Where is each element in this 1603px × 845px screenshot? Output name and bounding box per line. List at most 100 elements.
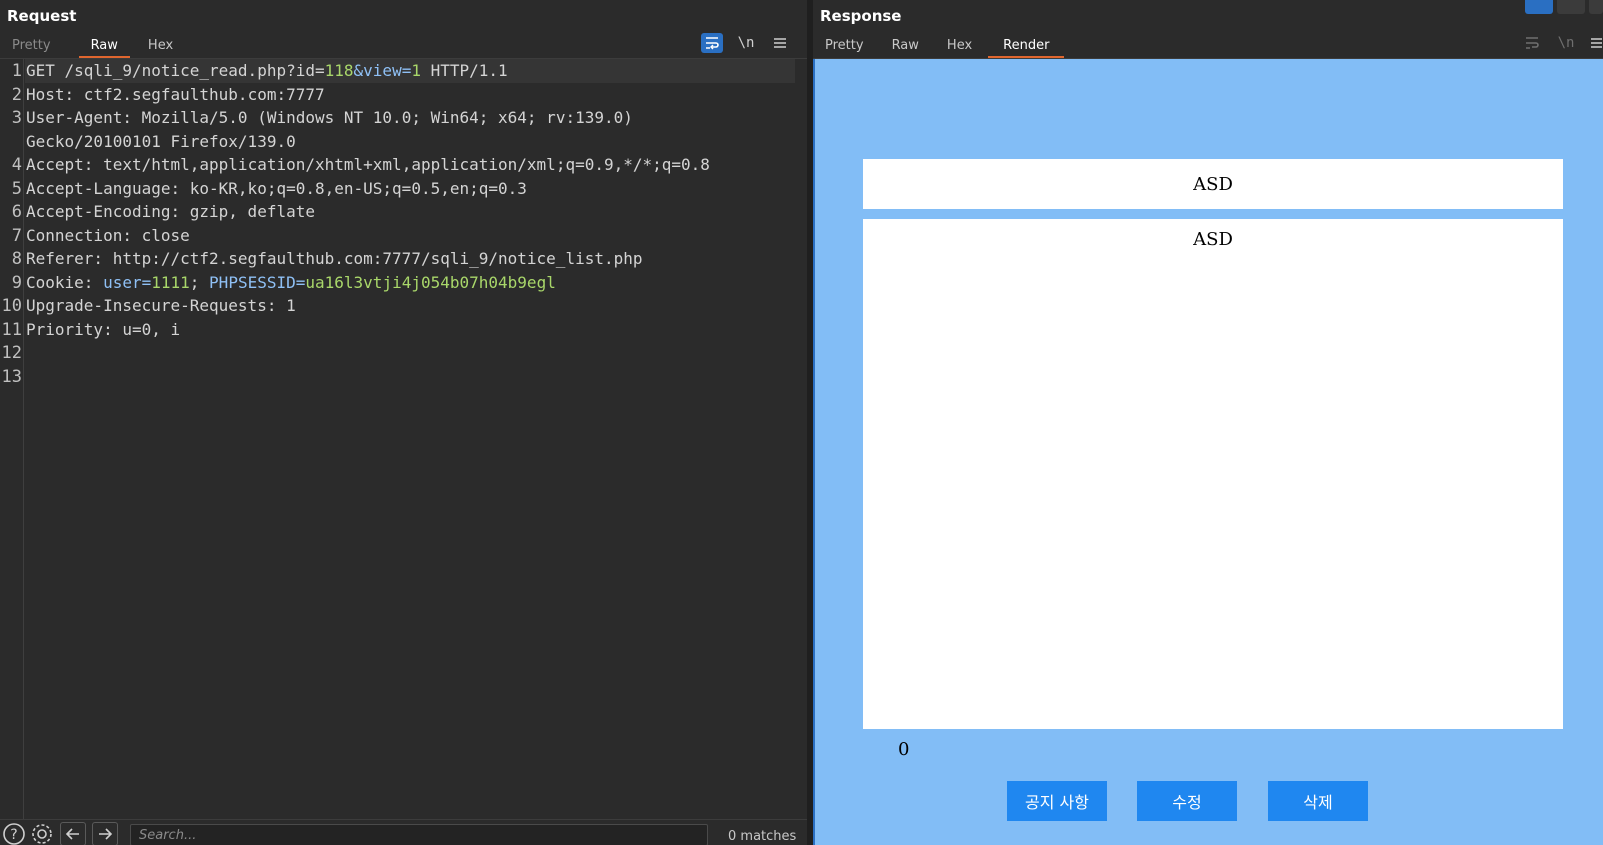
- code-text: Host: ctf2.segfaulthub.com:7777: [26, 83, 325, 107]
- request-editor[interactable]: 1 GET /sqli_9/notice_read.php?id=118&view…: [0, 59, 807, 819]
- code-line[interactable]: 4 Accept: text/html,application/xhtml+xml…: [0, 153, 800, 177]
- code-line[interactable]: 1 GET /sqli_9/notice_read.php?id=118&view…: [0, 59, 800, 83]
- request-pane: Request Pretty Raw Hex \n 1 GET /sqli_9/n…: [0, 0, 807, 845]
- code-line[interactable]: 6 Accept-Encoding: gzip, deflate: [0, 200, 800, 224]
- code-token: ;: [189, 272, 210, 292]
- code-text: Connection: close: [26, 224, 190, 248]
- request-tabbar: Pretty Raw Hex: [0, 35, 185, 58]
- arrow-left-icon[interactable]: [60, 822, 86, 845]
- request-tab-raw[interactable]: Raw: [78, 35, 131, 58]
- edit-button[interactable]: 수정: [1137, 781, 1237, 821]
- delete-button[interactable]: 삭제: [1268, 781, 1368, 821]
- notice-content: ASD: [863, 219, 1563, 729]
- line-number: 9: [11, 272, 22, 293]
- layout-switcher: [1525, 0, 1603, 14]
- code-token: ua16l3vtji4j054b07h04b9egl: [305, 272, 556, 292]
- arrow-right-icon[interactable]: [92, 822, 118, 845]
- code-token: Cookie:: [26, 272, 94, 292]
- response-title: Response: [820, 7, 902, 25]
- newline-toggle-button[interactable]: \n: [735, 33, 757, 53]
- code-text: Gecko/20100101 Firefox/139.0: [26, 130, 296, 154]
- tabs-layout-icon[interactable]: [1589, 0, 1603, 14]
- code-token: 118: [324, 61, 354, 80]
- line-number: 11: [1, 319, 22, 340]
- code-text: GET /sqli_9/notice_read.php?id=118&view=…: [26, 59, 508, 83]
- menu-icon[interactable]: [1589, 33, 1603, 53]
- code-token: &view=: [353, 61, 412, 80]
- code-token: 1: [411, 61, 421, 80]
- line-number: 2: [11, 84, 22, 105]
- code-token: GET /sqli_9/notice_read.php?id=: [26, 61, 325, 80]
- response-tab-hex[interactable]: Hex: [935, 35, 984, 58]
- code-line[interactable]: 5 Accept-Language: ko-KR,ko;q=0.8,en-US;q…: [0, 177, 800, 201]
- code-line[interactable]: 7 Connection: close: [0, 224, 800, 248]
- code-text: Accept-Encoding: gzip, deflate: [26, 200, 315, 224]
- response-pane: Response Pretty Raw Hex Render \n ASD AS…: [813, 0, 1603, 845]
- code-token: Accept-Encoding:: [26, 202, 181, 221]
- code-token: ctf2.segfaulthub.com:7777: [74, 84, 325, 104]
- code-token: close: [131, 225, 190, 245]
- code-token: Priority:: [26, 319, 113, 339]
- response-tab-render[interactable]: Render: [988, 35, 1065, 58]
- request-tab-hex[interactable]: Hex: [136, 35, 185, 58]
- code-line[interactable]: 11 Priority: u=0, i: [0, 318, 800, 342]
- code-token: http://ctf2.segfaulthub.com:7777/sqli_9/…: [103, 249, 643, 268]
- code-token: ko-KR,ko;q=0.8,en-US;q=0.5,en;q=0.3: [180, 178, 527, 198]
- code-token: 1111: [151, 272, 190, 292]
- code-text: Accept: text/html,application/xhtml+xml,…: [26, 153, 710, 177]
- rendered-page: ASD ASD 0 공지 사항 수정 삭제: [813, 59, 1603, 845]
- code-line[interactable]: 13: [0, 365, 800, 389]
- code-text: Referer: http://ctf2.segfaulthub.com:777…: [26, 247, 643, 271]
- wrap-icon[interactable]: [701, 33, 723, 53]
- response-tab-pretty[interactable]: Pretty: [813, 35, 876, 58]
- view-count: 0: [898, 739, 910, 760]
- notice-list-button[interactable]: 공지 사항: [1007, 781, 1107, 821]
- code-line[interactable]: 3 User-Agent: Mozilla/5.0 (Windows NT 10.…: [0, 106, 800, 130]
- request-toolbar: \n: [701, 33, 791, 53]
- newline-toggle-button: \n: [1557, 35, 1575, 51]
- code-line[interactable]: 12: [0, 341, 800, 365]
- search-input[interactable]: [130, 824, 708, 845]
- request-title: Request: [7, 7, 77, 25]
- line-number: 5: [11, 178, 22, 199]
- code-text: Priority: u=0, i: [26, 318, 180, 342]
- code-token: u=0, i: [112, 319, 181, 339]
- code-token: 1: [276, 296, 296, 315]
- code-line[interactable]: Gecko/20100101 Firefox/139.0: [0, 130, 800, 154]
- code-line[interactable]: 10 Upgrade-Insecure-Requests: 1: [0, 294, 800, 318]
- line-number: 3: [11, 108, 22, 128]
- line-number: 1: [11, 61, 22, 81]
- response-tab-raw[interactable]: Raw: [880, 35, 931, 58]
- split-horizontal-icon[interactable]: [1525, 0, 1553, 14]
- request-tab-pretty[interactable]: Pretty: [0, 35, 63, 58]
- code-token: Referer:: [26, 249, 104, 268]
- code-token: Mozilla/5.0 (Windows NT 10.0; Win64; x64…: [131, 108, 633, 127]
- code-line[interactable]: 2 Host: ctf2.segfaulthub.com:7777: [0, 83, 800, 107]
- code-token: text/html,application/xhtml+xml,applicat…: [93, 155, 710, 174]
- code-token: Gecko/20100101 Firefox/139.0: [26, 131, 296, 151]
- help-icon[interactable]: ?: [2, 822, 26, 845]
- code-line[interactable]: 8 Referer: http://ctf2.segfaulthub.com:77…: [0, 247, 800, 271]
- request-bottom-bar: ? 0 matches: [0, 819, 807, 845]
- line-number: 10: [1, 296, 22, 316]
- line-number: 6: [11, 202, 22, 222]
- code-text: Cookie: user=1111; PHPSESSID=ua16l3vtji4…: [26, 271, 556, 295]
- line-number: 12: [1, 343, 22, 363]
- response-tabbar: Pretty Raw Hex Render: [813, 35, 1065, 58]
- code-token: Connection:: [26, 225, 132, 245]
- line-number: 13: [1, 366, 22, 387]
- svg-text:?: ?: [10, 827, 17, 843]
- code-token: PHPSESSID=: [209, 272, 306, 292]
- code-line[interactable]: 9 Cookie: user=1111; PHPSESSID=ua16l3vtji…: [0, 271, 800, 295]
- code-text: Accept-Language: ko-KR,ko;q=0.8,en-US;q=…: [26, 177, 527, 201]
- split-vertical-icon[interactable]: [1557, 0, 1585, 14]
- code-token: gzip, deflate: [180, 202, 315, 221]
- match-count: 0 matches: [728, 829, 797, 844]
- code-token: Host:: [26, 84, 75, 104]
- code-token: Upgrade-Insecure-Requests:: [26, 296, 277, 315]
- gear-icon[interactable]: [30, 822, 54, 845]
- menu-icon[interactable]: [769, 33, 791, 53]
- code-token: HTTP/1.1: [420, 61, 508, 80]
- wrap-icon: [1521, 33, 1543, 53]
